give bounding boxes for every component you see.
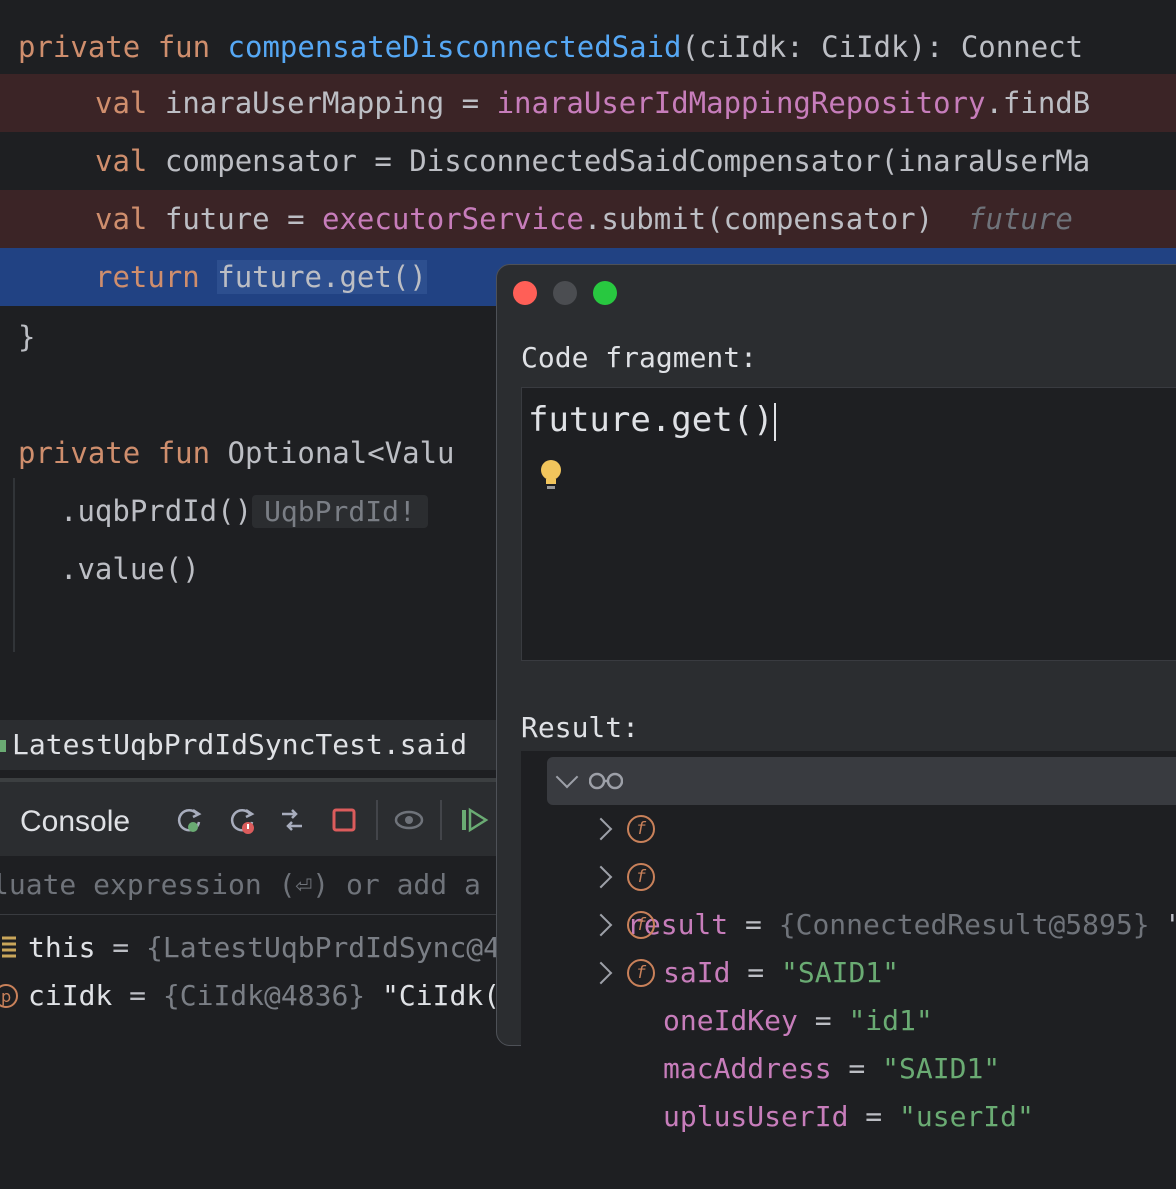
field-row-oneIdKey[interactable]: f oneIdKey = "id1" [521,853,1176,1037]
stop-icon[interactable] [328,804,360,836]
code-line-4[interactable]: val future = executorService.submit(comp… [0,190,1176,248]
toolbar-separator [376,800,378,840]
equals-sign: = [112,979,163,1012]
field-value: "userId" [899,1100,1034,1133]
resume-icon[interactable] [458,804,490,836]
chevron-down-icon[interactable] [555,765,579,789]
field-icon: f [627,863,655,891]
code-line-3[interactable]: val compensator = DisconnectedSaidCompen… [0,132,1176,190]
code-text: .submit(compensator) [583,202,934,236]
code-text: future = [164,202,322,236]
code-text: (ciIdk: CiIdk): Connect [681,30,1084,64]
keyword: return [95,260,200,294]
keyword: fun [157,436,211,470]
keyword: val [95,86,148,120]
evaluate-dialog: Code fragment: future.get() Result: resu… [496,264,1176,1133]
code-fragment-label: Code fragment: [521,341,758,374]
minimize-window-button[interactable] [553,281,577,305]
code-text: Optional<Valu [227,436,455,470]
code-text: .value() [60,552,200,586]
equals-sign: = [797,1004,849,1037]
field-icon: f [627,959,655,987]
type-inlay-hint: UqbPrdId! [252,495,428,528]
keyword: fun [157,30,211,64]
equals-sign: = [95,931,147,964]
keyword: private [18,30,141,64]
rerun-failed-icon[interactable] [226,804,258,836]
toolbar-separator [440,800,442,840]
evaluate-placeholder: luate expression (⏎) or add a [0,868,481,901]
variable-name: ciIdk [28,979,113,1012]
code-fragment-editor[interactable]: future.get() [521,387,1176,661]
code-line-1[interactable]: private fun compensateDisconnectedSaid(c… [0,18,1176,76]
variable-ciIdk[interactable]: p ciIdk = {CiIdk@4836} "CiIdk( [0,972,500,1020]
field-icon: f [627,815,655,843]
variable-tostring: "CiIdk( [365,979,501,1012]
field-name: uplusUserId [663,1100,849,1133]
result-tree[interactable]: result = {ConnectedResult@5895} " f saId… [521,751,1176,1133]
code-text: } [18,320,36,354]
parameter-icon: p [0,984,18,1008]
property-ref: executorService [322,202,584,236]
chevron-right-icon[interactable] [589,817,613,841]
rerun-debug-icon[interactable] [173,804,205,836]
debug-toolbar: Console [0,782,500,856]
field-row-saId[interactable]: f saId = "SAID1" [521,805,1176,989]
variable-value: {CiIdk@4836} [162,979,366,1012]
text-caret [773,402,776,441]
evaluate-expression-field[interactable]: luate expression (⏎) or add a [0,856,500,915]
view-breakpoints-icon[interactable] [393,804,425,836]
debug-session-tab[interactable]: LatestUqbPrdIdSyncTest.said [0,720,500,770]
field-row-uplusUserId[interactable]: f uplusUserId = "userId" [521,949,1176,1133]
field-icon: f [627,911,655,939]
svg-text:p: p [1,987,11,1006]
lightbulb-icon[interactable] [538,458,564,492]
keyword: val [95,202,148,236]
field-row-macAddress[interactable]: f macAddress = "SAID1" [521,901,1176,1085]
field-value: "SAID1" [882,1052,1001,1085]
equals-sign: = [831,1052,883,1085]
chevron-right-icon[interactable] [589,913,613,937]
restore-layout-icon[interactable] [276,804,308,836]
close-window-button[interactable] [513,281,537,305]
result-label: Result: [521,711,640,744]
variable-this[interactable]: this = {LatestUqbPrdIdSync@4 [0,924,500,972]
selected-expression: future.get() [217,260,427,294]
debug-session-name: LatestUqbPrdIdSyncTest.said [12,728,468,761]
field-name: oneIdKey [663,1004,798,1037]
equals-sign: = [848,1100,900,1133]
console-tab[interactable]: Console [20,782,130,862]
code-fragment-text: future.get() [528,400,774,440]
result-row[interactable]: result = {ConnectedResult@5895} " [547,757,1176,941]
variable-value: {LatestUqbPrdIdSync@4 [146,931,501,964]
code-text: .findB [985,86,1091,120]
property-ref: inaraUserIdMappingRepository [496,86,986,120]
maximize-window-button[interactable] [593,281,617,305]
watch-glasses-icon [589,772,623,790]
chevron-right-icon[interactable] [589,961,613,985]
field-name: macAddress [663,1052,832,1085]
keyword: val [95,144,148,178]
test-icon [0,740,6,752]
static-fields-icon [2,936,16,958]
variable-name: this [28,931,96,964]
chevron-right-icon[interactable] [589,865,613,889]
code-line-2[interactable]: val inaraUserMapping = inaraUserIdMappin… [0,74,1176,132]
function-name: compensateDisconnectedSaid [227,30,682,64]
inline-value-hint: future [968,202,1073,236]
code-text: .uqbPrdId() [60,494,253,528]
field-value: "id1" [848,1004,933,1037]
code-text: inaraUserMapping = [164,86,497,120]
code-text: compensator = DisconnectedSaidCompensato… [164,144,1091,178]
keyword: private [18,436,141,470]
